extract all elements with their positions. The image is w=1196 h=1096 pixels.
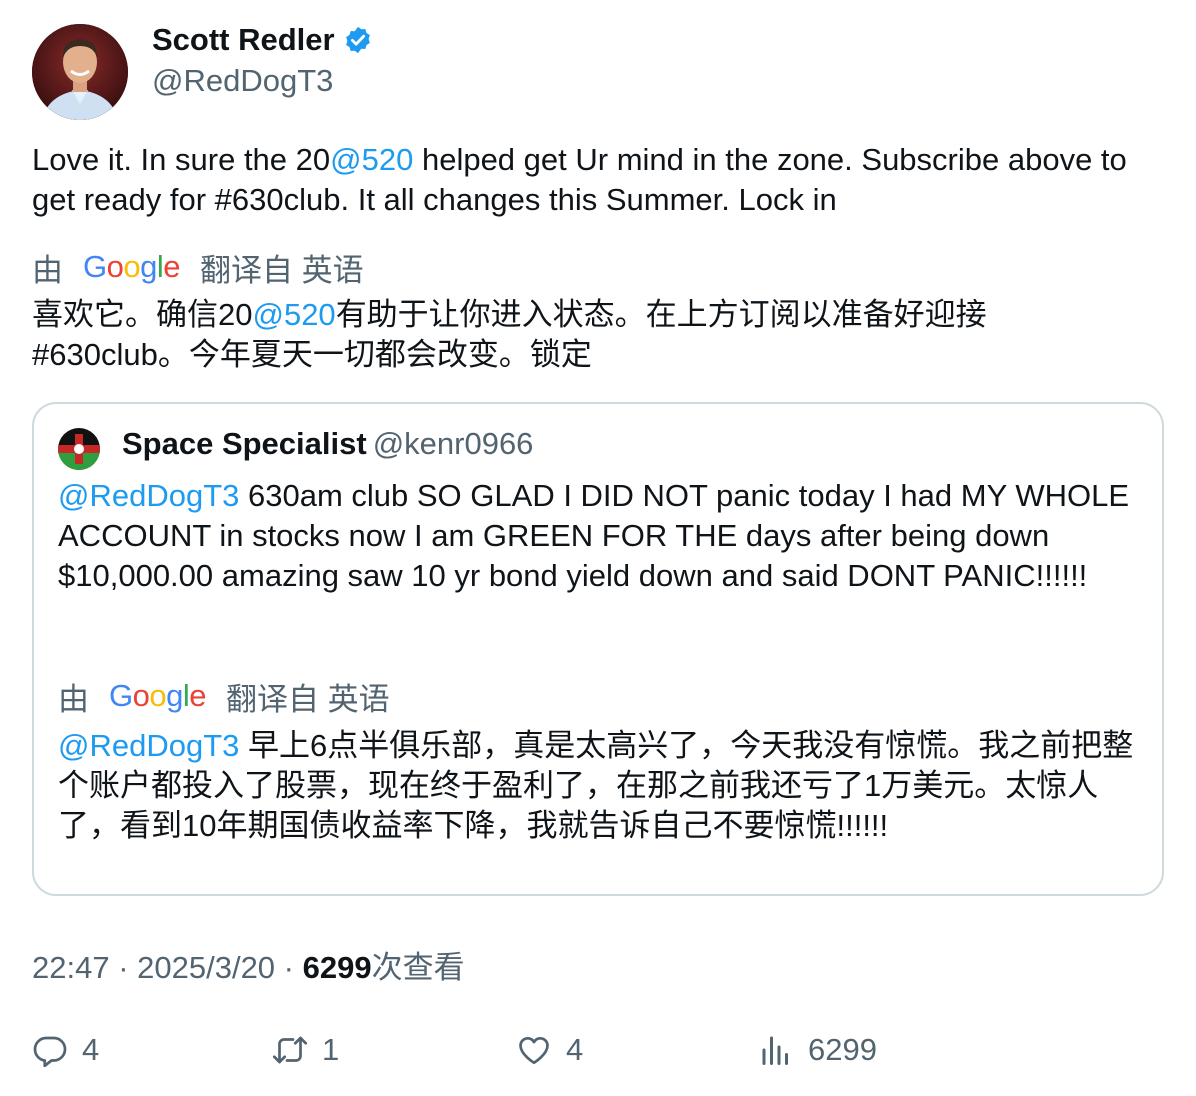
repost-button[interactable]: 1 [272, 1028, 339, 1072]
like-icon [519, 1037, 549, 1065]
quote-translated-mention-link[interactable]: @RedDogT3 [58, 728, 239, 763]
author-avatar[interactable] [32, 24, 128, 120]
verified-badge-icon [343, 25, 373, 55]
quote-translation-by-label: 由 [58, 681, 89, 717]
author-name-text: Scott Redler [152, 22, 335, 57]
translation-attribution: 由 Google 翻译自 英语 [32, 247, 364, 288]
translation-source-label: 翻译自 英语 [200, 252, 364, 288]
quote-translated-text: @RedDogT3 早上6点半俱乐部，真是太高兴了，今天我没有惊慌。我之前把整个… [58, 726, 1143, 846]
views-button[interactable]: 6299 [758, 1028, 877, 1072]
quote-author-avatar[interactable] [58, 428, 100, 470]
quote-author-name[interactable]: Space Specialist [122, 426, 367, 461]
meta-separator: · [109, 950, 138, 985]
tweet: Scott Redler @RedDogT3 Love it. In sure … [0, 0, 1196, 1096]
quote-text: @RedDogT3 630am club SO GLAD I DID NOT p… [58, 476, 1148, 596]
translated-tweet-text: 喜欢它。确信20@520有助于让你进入状态。在上方订阅以准备好迎接#630clu… [32, 295, 1032, 375]
views-count: 6299 [302, 950, 372, 985]
tweet-text: Love it. In sure the 20@520 helped get U… [32, 140, 1162, 220]
reply-button[interactable]: 4 [32, 1028, 99, 1072]
quote-author-handle[interactable]: @kenr0966 [373, 426, 534, 461]
translated-mention-link[interactable]: @520 [252, 297, 335, 332]
tweet-meta: 22:47 · 2025/3/20 · 6299次查看 [32, 942, 465, 987]
reply-icon [33, 1036, 67, 1068]
repost-icon [272, 1036, 308, 1064]
google-logo[interactable]: Google [83, 249, 181, 285]
quote-translation-source-label: 翻译自 英语 [226, 681, 390, 717]
translation-by-label: 由 [32, 252, 63, 288]
like-count: 4 [566, 1032, 584, 1067]
quote-mention-link[interactable]: @RedDogT3 [58, 478, 239, 513]
views-label: 次查看 [371, 950, 465, 985]
quote-google-logo[interactable]: Google [109, 678, 207, 714]
mention-link[interactable]: @520 [330, 142, 413, 177]
quote-translation-attribution: 由 Google 翻译自 英语 [58, 676, 390, 717]
quote-header: Space Specialist @kenr0966 [122, 426, 533, 462]
tweet-time[interactable]: 22:47 [32, 950, 110, 985]
reply-count: 4 [82, 1032, 100, 1067]
author-handle[interactable]: @RedDogT3 [152, 63, 333, 99]
views-action-count: 6299 [808, 1032, 877, 1067]
author-name[interactable]: Scott Redler [152, 22, 373, 58]
repost-count: 1 [322, 1032, 340, 1067]
translated-text-part-1: 喜欢它。确信20 [32, 297, 253, 332]
tweet-text-part-1: Love it. In sure the 20 [32, 142, 331, 177]
tweet-date[interactable]: 2025/3/20 [137, 950, 275, 985]
meta-separator: · [275, 950, 303, 985]
like-button[interactable]: 4 [516, 1028, 583, 1072]
views-icon [762, 1036, 788, 1065]
quote-tweet-card[interactable]: Space Specialist @kenr0966 @RedDogT3 630a… [32, 402, 1164, 896]
